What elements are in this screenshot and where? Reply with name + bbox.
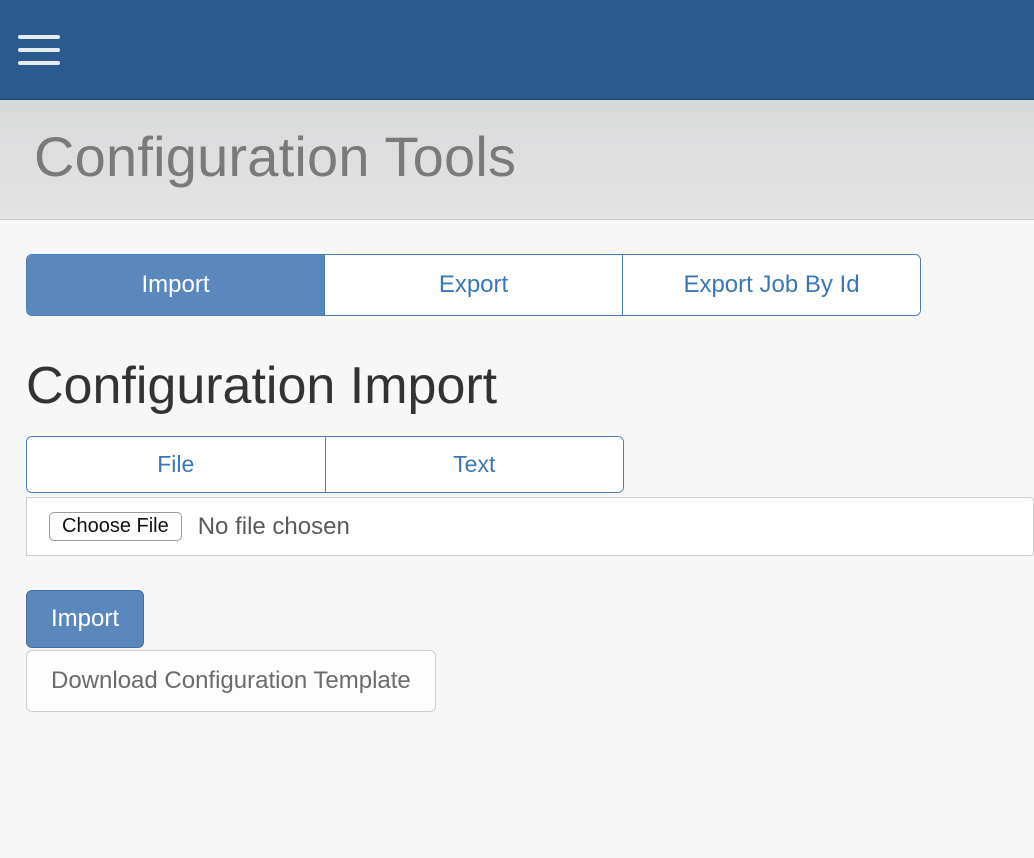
section-title: Configuration Import (26, 356, 1008, 416)
subtab-file[interactable]: File (27, 437, 326, 492)
tab-export[interactable]: Export (325, 255, 623, 315)
tab-label: Export Job By Id (683, 271, 859, 298)
hamburger-menu-icon[interactable] (18, 35, 60, 65)
page-title: Configuration Tools (34, 124, 1000, 189)
tab-label: Import (141, 271, 209, 298)
page-header: Configuration Tools (0, 100, 1034, 220)
import-mode-tabs: File Text (26, 436, 624, 493)
download-template-button[interactable]: Download Configuration Template (26, 650, 436, 712)
subtab-text[interactable]: Text (326, 437, 624, 492)
tab-label: Export (439, 271, 508, 298)
tab-import[interactable]: Import (27, 255, 325, 315)
file-chosen-status: No file chosen (198, 513, 350, 541)
import-button[interactable]: Import (26, 590, 144, 648)
top-bar (0, 0, 1034, 100)
subtab-label: Text (453, 451, 495, 477)
file-input-panel: Choose File No file chosen (26, 497, 1034, 556)
main-tabs: Import Export Export Job By Id (26, 254, 921, 316)
subtab-label: File (157, 451, 194, 477)
choose-file-button[interactable]: Choose File (49, 512, 182, 541)
tab-export-job-by-id[interactable]: Export Job By Id (623, 255, 920, 315)
main-content: Import Export Export Job By Id Configura… (0, 220, 1034, 712)
